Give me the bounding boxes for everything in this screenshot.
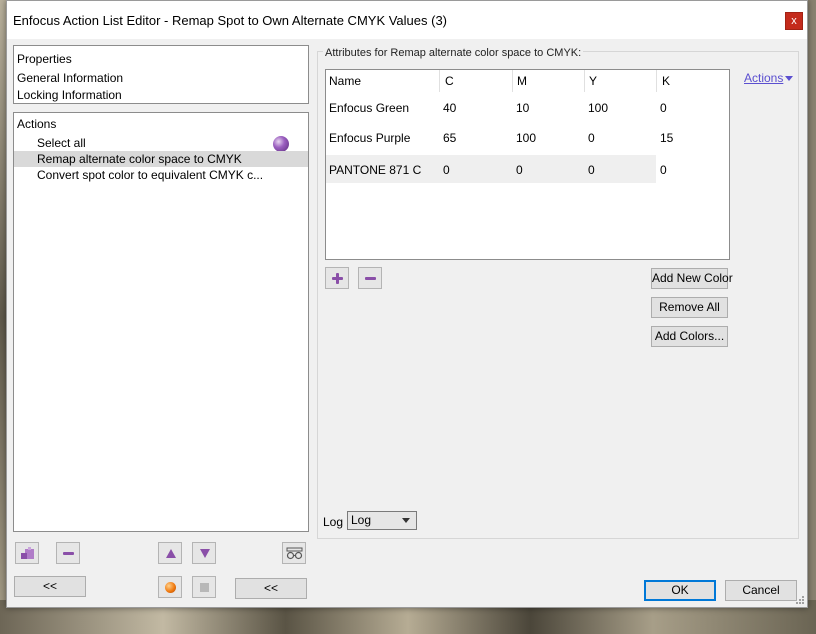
column-separator: [512, 70, 513, 92]
cell-c: 65: [443, 131, 457, 145]
column-header-k: K: [662, 74, 671, 88]
attributes-label: Attributes for Remap alternate color spa…: [323, 47, 584, 59]
title-bar[interactable]: Enfocus Action List Editor - Remap Spot …: [7, 1, 807, 39]
cell-k: 0: [660, 163, 667, 177]
column-header-c: C: [445, 74, 454, 88]
remove-all-button[interactable]: Remove All: [651, 297, 728, 318]
properties-item-general-information[interactable]: General Information: [17, 71, 123, 85]
puzzle-add-icon: [21, 547, 34, 559]
action-item-convert-spot[interactable]: Convert spot color to equivalent CMYK c.…: [14, 167, 308, 183]
cell-k: 15: [660, 131, 674, 145]
column-header-y: Y: [589, 74, 598, 88]
cell-c: 40: [443, 101, 457, 115]
log-label: Log: [323, 515, 344, 529]
chevron-down-icon: [402, 518, 410, 523]
collapse-left-button[interactable]: <<: [14, 576, 86, 597]
arrow-up-icon: [166, 549, 176, 558]
run-button[interactable]: [158, 576, 182, 598]
cell-y: 0: [588, 163, 595, 177]
cell-m: 100: [516, 131, 537, 145]
properties-item-locking-information[interactable]: Locking Information: [17, 88, 122, 102]
actions-link-label: Actions: [744, 71, 784, 85]
action-item-remap-alternate[interactable]: Remap alternate color space to CMYK: [14, 151, 308, 167]
table-row[interactable]: Enfocus Green 40 10 100 0: [326, 97, 667, 119]
table-row[interactable]: PANTONE 871 C 0 0 0: [326, 155, 656, 183]
cell-name: PANTONE 871 C: [329, 163, 422, 177]
cancel-button[interactable]: Cancel: [725, 580, 797, 601]
action-list-editor-window: Enfocus Action List Editor - Remap Spot …: [6, 0, 808, 608]
actions-panel: Actions Select all Remap alternate color…: [13, 112, 309, 532]
color-table[interactable]: Name C M Y K Enfocus Green 40 10 100 0 E…: [325, 69, 730, 260]
action-item-select-all[interactable]: Select all: [14, 135, 308, 151]
log-select[interactable]: Log: [347, 511, 417, 530]
add-action-button[interactable]: [15, 542, 39, 564]
cell-k: 0: [660, 101, 667, 115]
actions-header: Actions: [17, 117, 57, 131]
collapse-right-button[interactable]: <<: [235, 578, 307, 599]
actions-menu-link[interactable]: Actions: [744, 71, 794, 85]
properties-header: Properties: [17, 52, 72, 66]
remove-action-button[interactable]: [56, 542, 80, 564]
table-row[interactable]: Enfocus Purple 65 100 0 15: [326, 127, 673, 149]
stop-square-icon: [200, 583, 209, 592]
move-up-button[interactable]: [158, 542, 182, 564]
purple-ball-icon: [273, 136, 289, 151]
cell-name: Enfocus Green: [329, 101, 410, 115]
column-separator: [439, 70, 440, 92]
attributes-group: Attributes for Remap alternate color spa…: [317, 47, 799, 539]
column-separator: [584, 70, 585, 92]
cell-m: 10: [516, 101, 530, 115]
action-item-label: Convert spot color to equivalent CMYK c.…: [37, 168, 264, 182]
cell-y: 100: [588, 101, 609, 115]
properties-panel: Properties General Information Locking I…: [13, 45, 309, 104]
glasses-icon: [286, 547, 303, 560]
stop-button[interactable]: [192, 576, 216, 598]
cell-c: 0: [443, 163, 450, 177]
table-header-row: Name C M Y K: [326, 70, 670, 92]
window-title: Enfocus Action List Editor - Remap Spot …: [13, 13, 448, 28]
column-header-name: Name: [329, 74, 362, 88]
resize-grip-icon[interactable]: [795, 595, 805, 605]
cell-y: 0: [588, 131, 595, 145]
add-new-color-button[interactable]: Add New Color: [651, 268, 733, 289]
column-header-m: M: [517, 74, 527, 88]
move-down-button[interactable]: [192, 542, 216, 564]
add-colors-button[interactable]: Add Colors...: [651, 326, 728, 347]
close-button[interactable]: x: [785, 12, 803, 30]
cell-m: 0: [516, 163, 523, 177]
preview-button[interactable]: [282, 542, 306, 564]
action-item-label: Remap alternate color space to CMYK: [37, 152, 242, 166]
cell-name: Enfocus Purple: [329, 131, 411, 145]
log-select-value: Log: [351, 513, 372, 527]
column-separator: [656, 70, 657, 92]
ok-button[interactable]: OK: [644, 580, 716, 601]
remove-row-button[interactable]: [358, 267, 382, 289]
arrow-down-icon: [200, 549, 210, 558]
chevron-down-icon: [785, 76, 794, 82]
orange-dot-icon: [165, 582, 176, 593]
add-row-button[interactable]: [325, 267, 349, 289]
action-item-label: Select all: [37, 136, 86, 150]
